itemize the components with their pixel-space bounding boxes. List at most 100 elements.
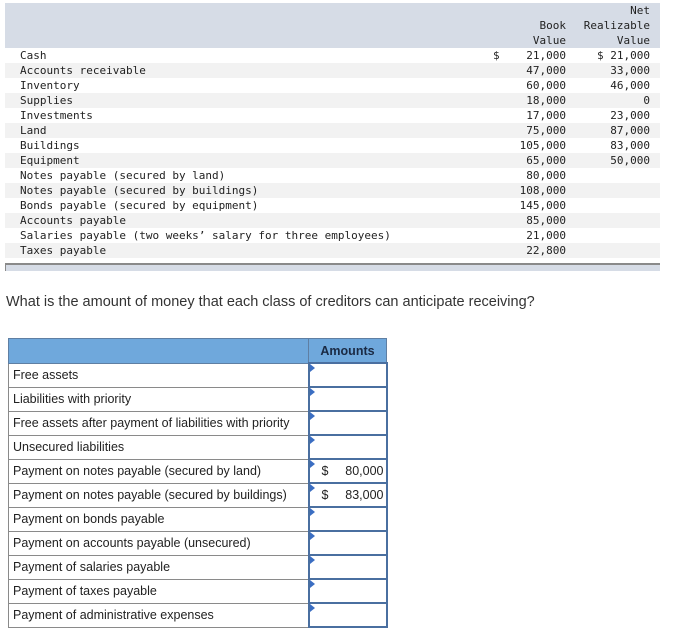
data-table-row: Investments 17,000 23,000	[5, 108, 660, 123]
book-dollar-sign	[493, 243, 505, 258]
net-realizable-value	[578, 213, 660, 228]
amount-input[interactable]	[307, 578, 388, 604]
row-label: Salaries payable (two weeks’ salary for …	[5, 228, 493, 243]
amount-input[interactable]	[307, 530, 388, 556]
header-net-realizable-value: Net Realizable Value	[578, 3, 660, 48]
input-marker-icon	[309, 556, 315, 564]
book-value: 145,000	[505, 198, 566, 213]
amount-input[interactable]: $80,000	[307, 458, 388, 484]
book-value: 80,000	[505, 168, 566, 183]
net-realizable-value	[578, 243, 660, 258]
net-realizable-value	[578, 168, 660, 183]
amount-input[interactable]: $83,000	[307, 482, 388, 508]
net-realizable-value: 83,000	[578, 138, 660, 153]
input-marker-icon	[309, 436, 315, 444]
book-dollar-sign	[493, 228, 505, 243]
input-marker-icon	[309, 580, 315, 588]
spacer	[566, 93, 578, 108]
book-dollar-sign	[493, 93, 505, 108]
data-table-row: Land 75,000 87,000	[5, 123, 660, 138]
input-marker-icon	[309, 460, 315, 468]
data-table-row: Cash $21,000 $ 21,000	[5, 48, 660, 63]
book-dollar-sign	[493, 108, 505, 123]
answer-table: Amounts Free assets Liabilities with prio…	[8, 338, 388, 628]
book-dollar-sign	[493, 63, 505, 78]
book-value: 108,000	[505, 183, 566, 198]
book-dollar-sign	[493, 78, 505, 93]
amount-dollar-sign: $	[321, 488, 329, 502]
spacer	[566, 213, 578, 228]
spacer	[566, 168, 578, 183]
row-label: Land	[5, 123, 493, 138]
answer-row-label: Payment of salaries payable	[8, 554, 309, 580]
input-marker-icon	[309, 364, 315, 372]
answer-row-label: Payment on bonds payable	[8, 506, 309, 532]
answer-row: Unsecured liabilities	[8, 434, 388, 460]
row-label: Inventory	[5, 78, 493, 93]
net-realizable-value: 46,000	[578, 78, 660, 93]
amount-value: 83,000	[345, 488, 384, 502]
answer-row: Liabilities with priority	[8, 386, 388, 412]
question-text: What is the amount of money that each cl…	[6, 294, 535, 310]
answer-row: Payment on accounts payable (unsecured)	[8, 530, 388, 556]
row-label: Accounts payable	[5, 213, 493, 228]
row-label: Notes payable (secured by land)	[5, 168, 493, 183]
spacer	[566, 243, 578, 258]
input-marker-icon	[309, 388, 315, 396]
book-value: 65,000	[505, 153, 566, 168]
book-value: 105,000	[505, 138, 566, 153]
book-value: 17,000	[505, 108, 566, 123]
net-realizable-value: 23,000	[578, 108, 660, 123]
book-dollar-sign	[493, 138, 505, 153]
book-value: 47,000	[505, 63, 566, 78]
answer-row-label: Unsecured liabilities	[8, 434, 309, 460]
data-table-row: Taxes payable 22,800	[5, 243, 660, 258]
net-realizable-value	[578, 198, 660, 213]
amount-input[interactable]	[307, 506, 388, 532]
row-label: Bonds payable (secured by equipment)	[5, 198, 493, 213]
answer-row: Payment of salaries payable	[8, 554, 388, 580]
spacer	[566, 153, 578, 168]
data-table-row: Equipment 65,000 50,000	[5, 153, 660, 168]
amount-value: 80,000	[345, 464, 384, 478]
header-blank	[5, 3, 493, 48]
amount-input[interactable]	[307, 386, 388, 412]
header-book-value: Book Value	[505, 3, 566, 48]
net-realizable-value	[578, 183, 660, 198]
spacer	[566, 183, 578, 198]
spacer	[566, 198, 578, 213]
amount-input[interactable]	[307, 602, 388, 628]
answer-row: Free assets	[8, 362, 388, 388]
row-label: Taxes payable	[5, 243, 493, 258]
data-table-row: Accounts receivable 47,000 33,000	[5, 63, 660, 78]
net-realizable-value: 0	[578, 93, 660, 108]
amount-input[interactable]	[307, 410, 388, 436]
horizontal-scrollbar[interactable]	[5, 263, 660, 271]
answer-row: Payment of administrative expenses	[8, 602, 388, 628]
data-table-row: Supplies 18,000 0	[5, 93, 660, 108]
spacer	[566, 138, 578, 153]
amount-input[interactable]	[307, 362, 388, 388]
amount-dollar-sign: $	[321, 464, 329, 478]
book-value: 85,000	[505, 213, 566, 228]
book-dollar-sign	[493, 153, 505, 168]
net-realizable-value: $ 21,000	[578, 48, 660, 63]
net-realizable-value: 50,000	[578, 153, 660, 168]
answer-row-label: Free assets	[8, 362, 309, 388]
answer-row-label: Payment on notes payable (secured by lan…	[8, 458, 309, 484]
row-label: Notes payable (secured by buildings)	[5, 183, 493, 198]
book-dollar-sign	[493, 198, 505, 213]
spacer	[566, 123, 578, 138]
data-table-row: Accounts payable 85,000	[5, 213, 660, 228]
input-marker-icon	[309, 412, 315, 420]
input-marker-icon	[309, 604, 315, 612]
amount-input[interactable]	[307, 554, 388, 580]
amount-input[interactable]	[307, 434, 388, 460]
book-dollar-sign	[493, 168, 505, 183]
row-label: Accounts receivable	[5, 63, 493, 78]
data-table-row: Buildings 105,000 83,000	[5, 138, 660, 153]
input-marker-icon	[309, 484, 315, 492]
book-value: 21,000	[505, 48, 566, 63]
book-value: 22,800	[505, 243, 566, 258]
data-table-row: Notes payable (secured by buildings) 108,…	[5, 183, 660, 198]
